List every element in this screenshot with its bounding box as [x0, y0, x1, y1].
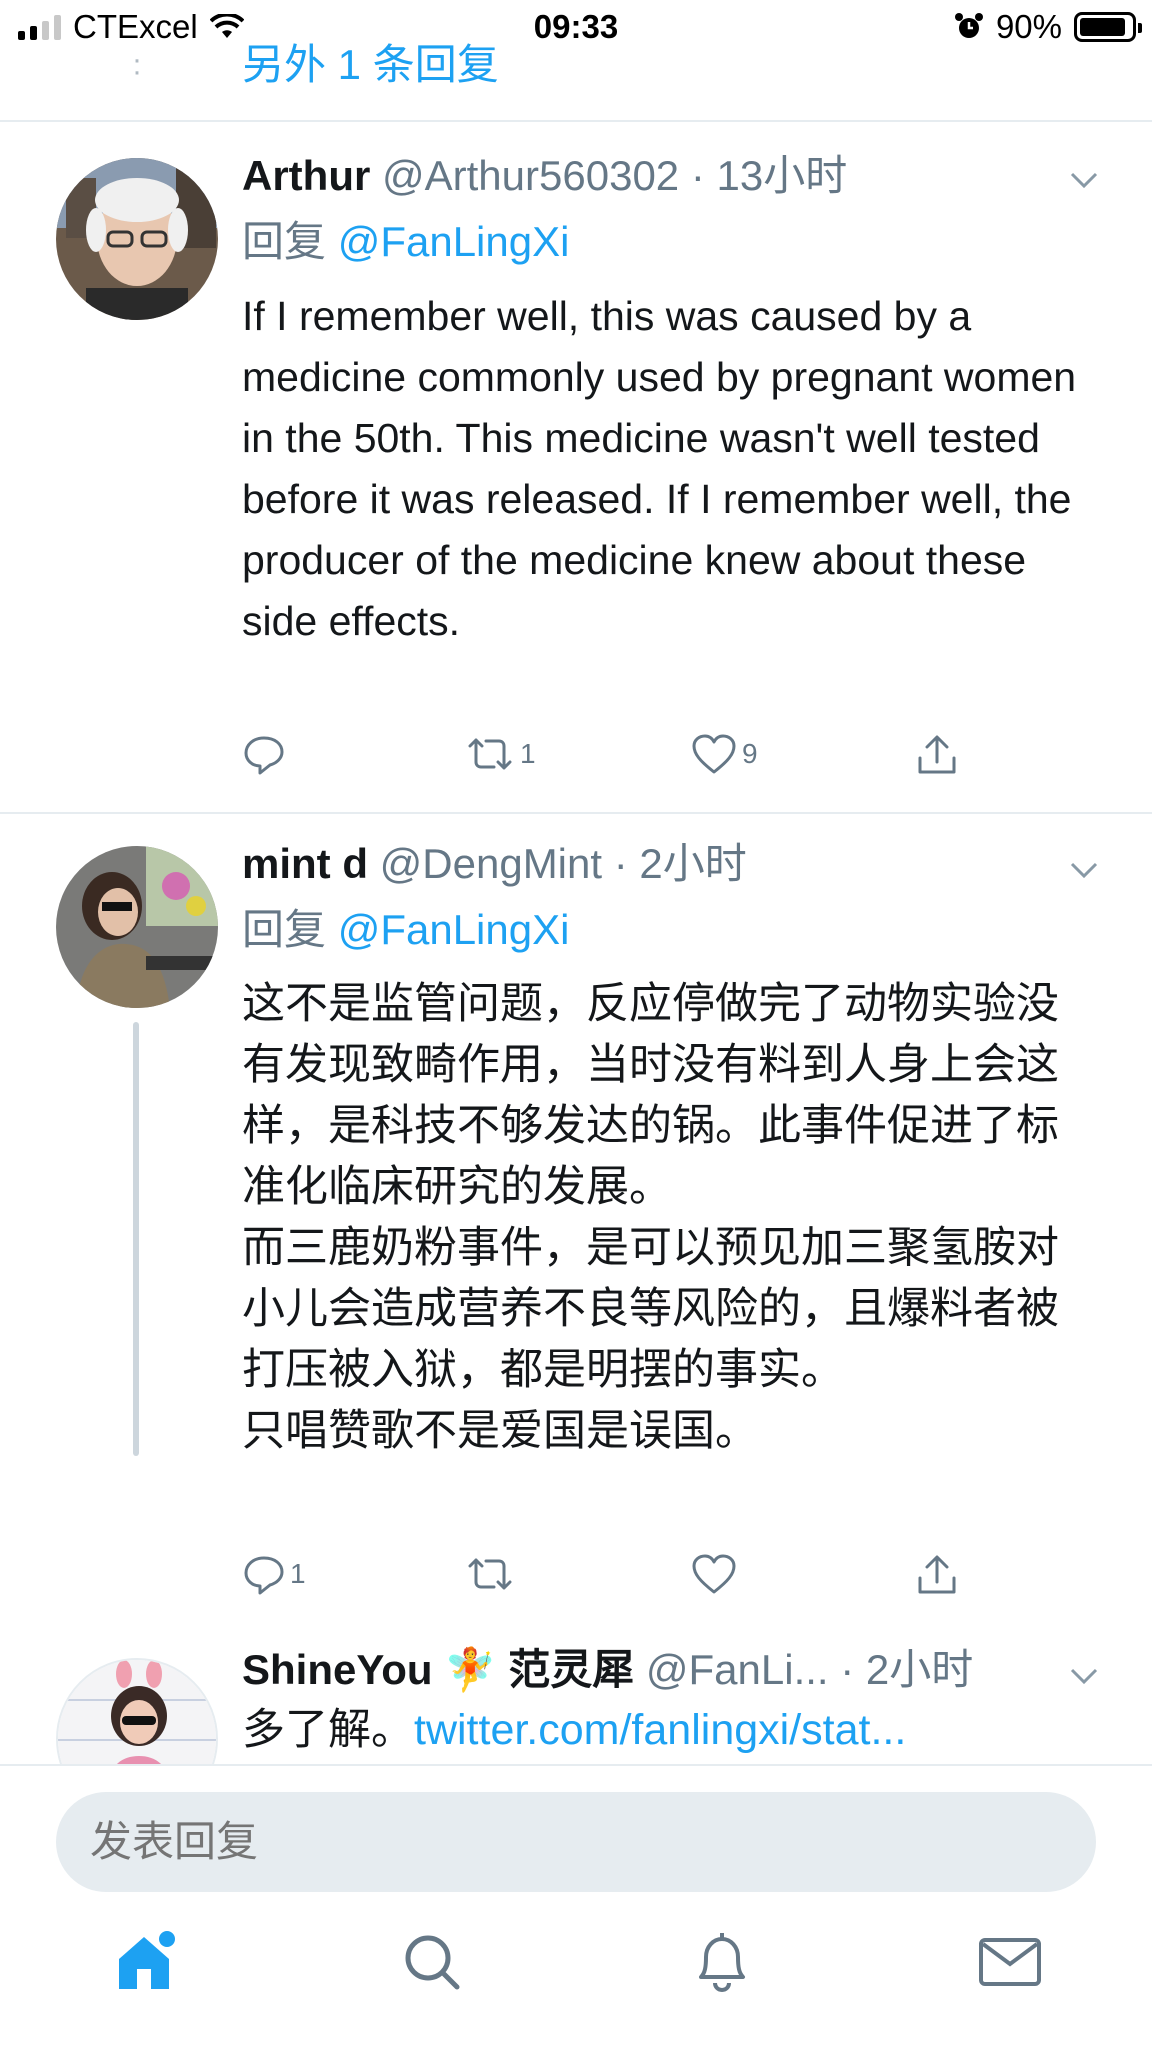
timestamp: · 2小时	[613, 840, 747, 887]
avatar-arthur-icon	[56, 158, 218, 320]
alarm-icon	[954, 13, 983, 38]
avatar-shineyou-icon	[58, 1660, 216, 1764]
replying-to: 回复 @FanLingXi	[242, 902, 569, 958]
retweet-button[interactable]	[464, 1552, 520, 1596]
share-icon	[918, 735, 956, 774]
replying-to: 回复 @FanLingXi	[242, 214, 569, 270]
reply-prefix: 回复	[242, 218, 327, 265]
tab-bar	[0, 1922, 1152, 2022]
tab-messages[interactable]	[970, 1922, 1050, 2002]
display-name[interactable]: mint d	[242, 840, 368, 887]
avatar[interactable]	[56, 158, 218, 320]
heart-icon	[692, 734, 736, 774]
retweet-icon	[468, 1558, 512, 1590]
avatar[interactable]	[56, 1658, 218, 1764]
search-icon	[405, 1935, 460, 1990]
handle[interactable]: @Arthur560302	[382, 152, 679, 199]
tweet-link[interactable]: twitter.com/fanlingxi/stat...	[414, 1706, 906, 1754]
like-button[interactable]: 9	[690, 732, 758, 776]
reply-composer-bar	[0, 1764, 1152, 2048]
share-button[interactable]	[914, 732, 960, 778]
tweet-text: 多了解。twitter.com/fanlingxi/stat...	[242, 1700, 1112, 1761]
bell-icon	[699, 1933, 745, 1993]
display-name[interactable]: ShineYou	[242, 1646, 433, 1693]
tab-home[interactable]	[104, 1922, 184, 2002]
display-name[interactable]: Arthur	[242, 152, 370, 199]
handle[interactable]: @DengMint	[380, 840, 602, 887]
battery-fill	[1080, 18, 1125, 36]
retweet-button[interactable]: 1	[464, 732, 536, 776]
reply-button[interactable]: 1	[242, 1552, 306, 1596]
tweet-text: If I remember well, this was caused by a…	[242, 293, 1077, 644]
reply-input[interactable]	[56, 1792, 1096, 1892]
retweet-icon	[468, 738, 512, 770]
tweet-shineyou[interactable]: ShineYou 🧚 范灵犀 @FanLi... · 2小时 多了解。twitt…	[0, 1640, 1152, 1764]
reply-to-handle[interactable]: @FanLingXi	[338, 906, 570, 953]
tweet-actions: 1 9	[242, 732, 982, 792]
share-icon	[918, 1555, 956, 1594]
thread-line	[133, 1022, 139, 1456]
like-count: 9	[742, 738, 758, 769]
tweet-mint-d[interactable]: mint d @DengMint · 2小时 回复 @FanLingXi 这不是…	[0, 814, 1152, 1634]
display-name-cn[interactable]: 范灵犀	[508, 1646, 634, 1693]
tweet-header: ShineYou 🧚 范灵犀 @FanLi... · 2小时	[242, 1642, 1072, 1698]
reply-count: 1	[290, 1558, 306, 1589]
heart-icon	[692, 1554, 736, 1594]
home-icon	[119, 1931, 175, 1989]
more-replies-row[interactable]: · · 另外 1 条回复	[0, 40, 1152, 122]
reply-prefix: 回复	[242, 906, 327, 953]
chevron-down-icon[interactable]	[1066, 852, 1102, 888]
handle[interactable]: @FanLi...	[646, 1646, 829, 1693]
avatar[interactable]	[56, 846, 218, 1008]
tweet-actions: 1	[242, 1552, 982, 1612]
more-replies-link[interactable]: 另外 1 条回复	[242, 40, 499, 90]
timestamp: · 2小时	[840, 1646, 974, 1693]
fairy-emoji: 🧚	[444, 1646, 497, 1693]
timestamp: · 13小时	[690, 152, 848, 199]
avatar-mint-icon	[56, 846, 218, 1008]
tab-notifications[interactable]	[682, 1922, 762, 2002]
thread-dots-icon: · ·	[132, 43, 142, 88]
mail-icon	[979, 1938, 1041, 1986]
reply-to-handle[interactable]: @FanLingXi	[338, 218, 570, 265]
chevron-down-icon[interactable]	[1066, 1658, 1102, 1694]
battery-icon	[1074, 12, 1142, 42]
chevron-down-icon[interactable]	[1066, 162, 1102, 198]
tweet-arthur[interactable]: Arthur @Arthur560302 · 13小时 回复 @FanLingX…	[0, 124, 1152, 814]
retweet-count: 1	[520, 738, 536, 769]
share-button[interactable]	[914, 1552, 960, 1598]
tweet-header: mint d @DengMint · 2小时	[242, 836, 1072, 892]
tweet-text: 这不是监管问题，反应停做完了动物实验没有发现致畸作用，当时没有料到人身上会这样，…	[242, 980, 1059, 1455]
tweet-text-prefix: 多了解。	[242, 1706, 414, 1754]
like-button[interactable]	[690, 1552, 742, 1596]
tweet-header: Arthur @Arthur560302 · 13小时	[242, 148, 1072, 204]
reply-icon	[244, 736, 284, 775]
reply-button[interactable]	[242, 732, 290, 776]
reply-icon	[244, 1556, 284, 1595]
tab-search[interactable]	[392, 1922, 472, 2002]
